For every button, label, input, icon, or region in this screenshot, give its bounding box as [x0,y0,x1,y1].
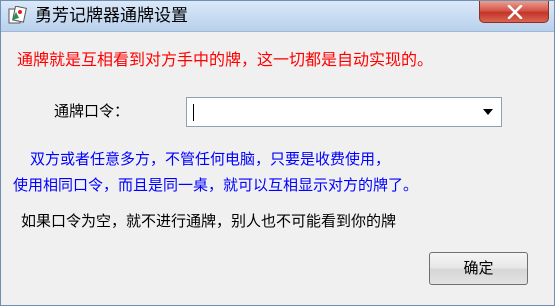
card-app-icon [7,5,27,26]
text-caret [193,104,194,121]
dropdown-button[interactable] [477,100,499,124]
password-combobox[interactable] [186,97,502,127]
ok-button[interactable]: 确定 [429,252,528,285]
password-label: 通牌口令： [54,102,130,120]
window-title: 勇芳记牌器通牌设置 [35,6,188,26]
close-button[interactable] [479,1,549,23]
info-line-1: 双方或者任意多方，不管任何电脑，只要是收费使用， [30,150,391,168]
password-input[interactable] [193,101,463,123]
auto-notice-text: 通牌就是互相看到对方手中的牌，这一切都是自动实现的。 [17,50,434,69]
empty-password-note: 如果口令为空，就不进行通牌，别人也不可能看到你的牌 [21,212,397,230]
info-line-2: 使用相同口令，而且是同一桌，就可以互相显示对方的牌了。 [13,176,419,194]
dialog-window: 勇芳记牌器通牌设置 通牌就是互相看到对方手中的牌，这一切都是自动实现的。 通牌口… [0,0,555,306]
title-bar[interactable]: 勇芳记牌器通牌设置 [1,1,554,32]
